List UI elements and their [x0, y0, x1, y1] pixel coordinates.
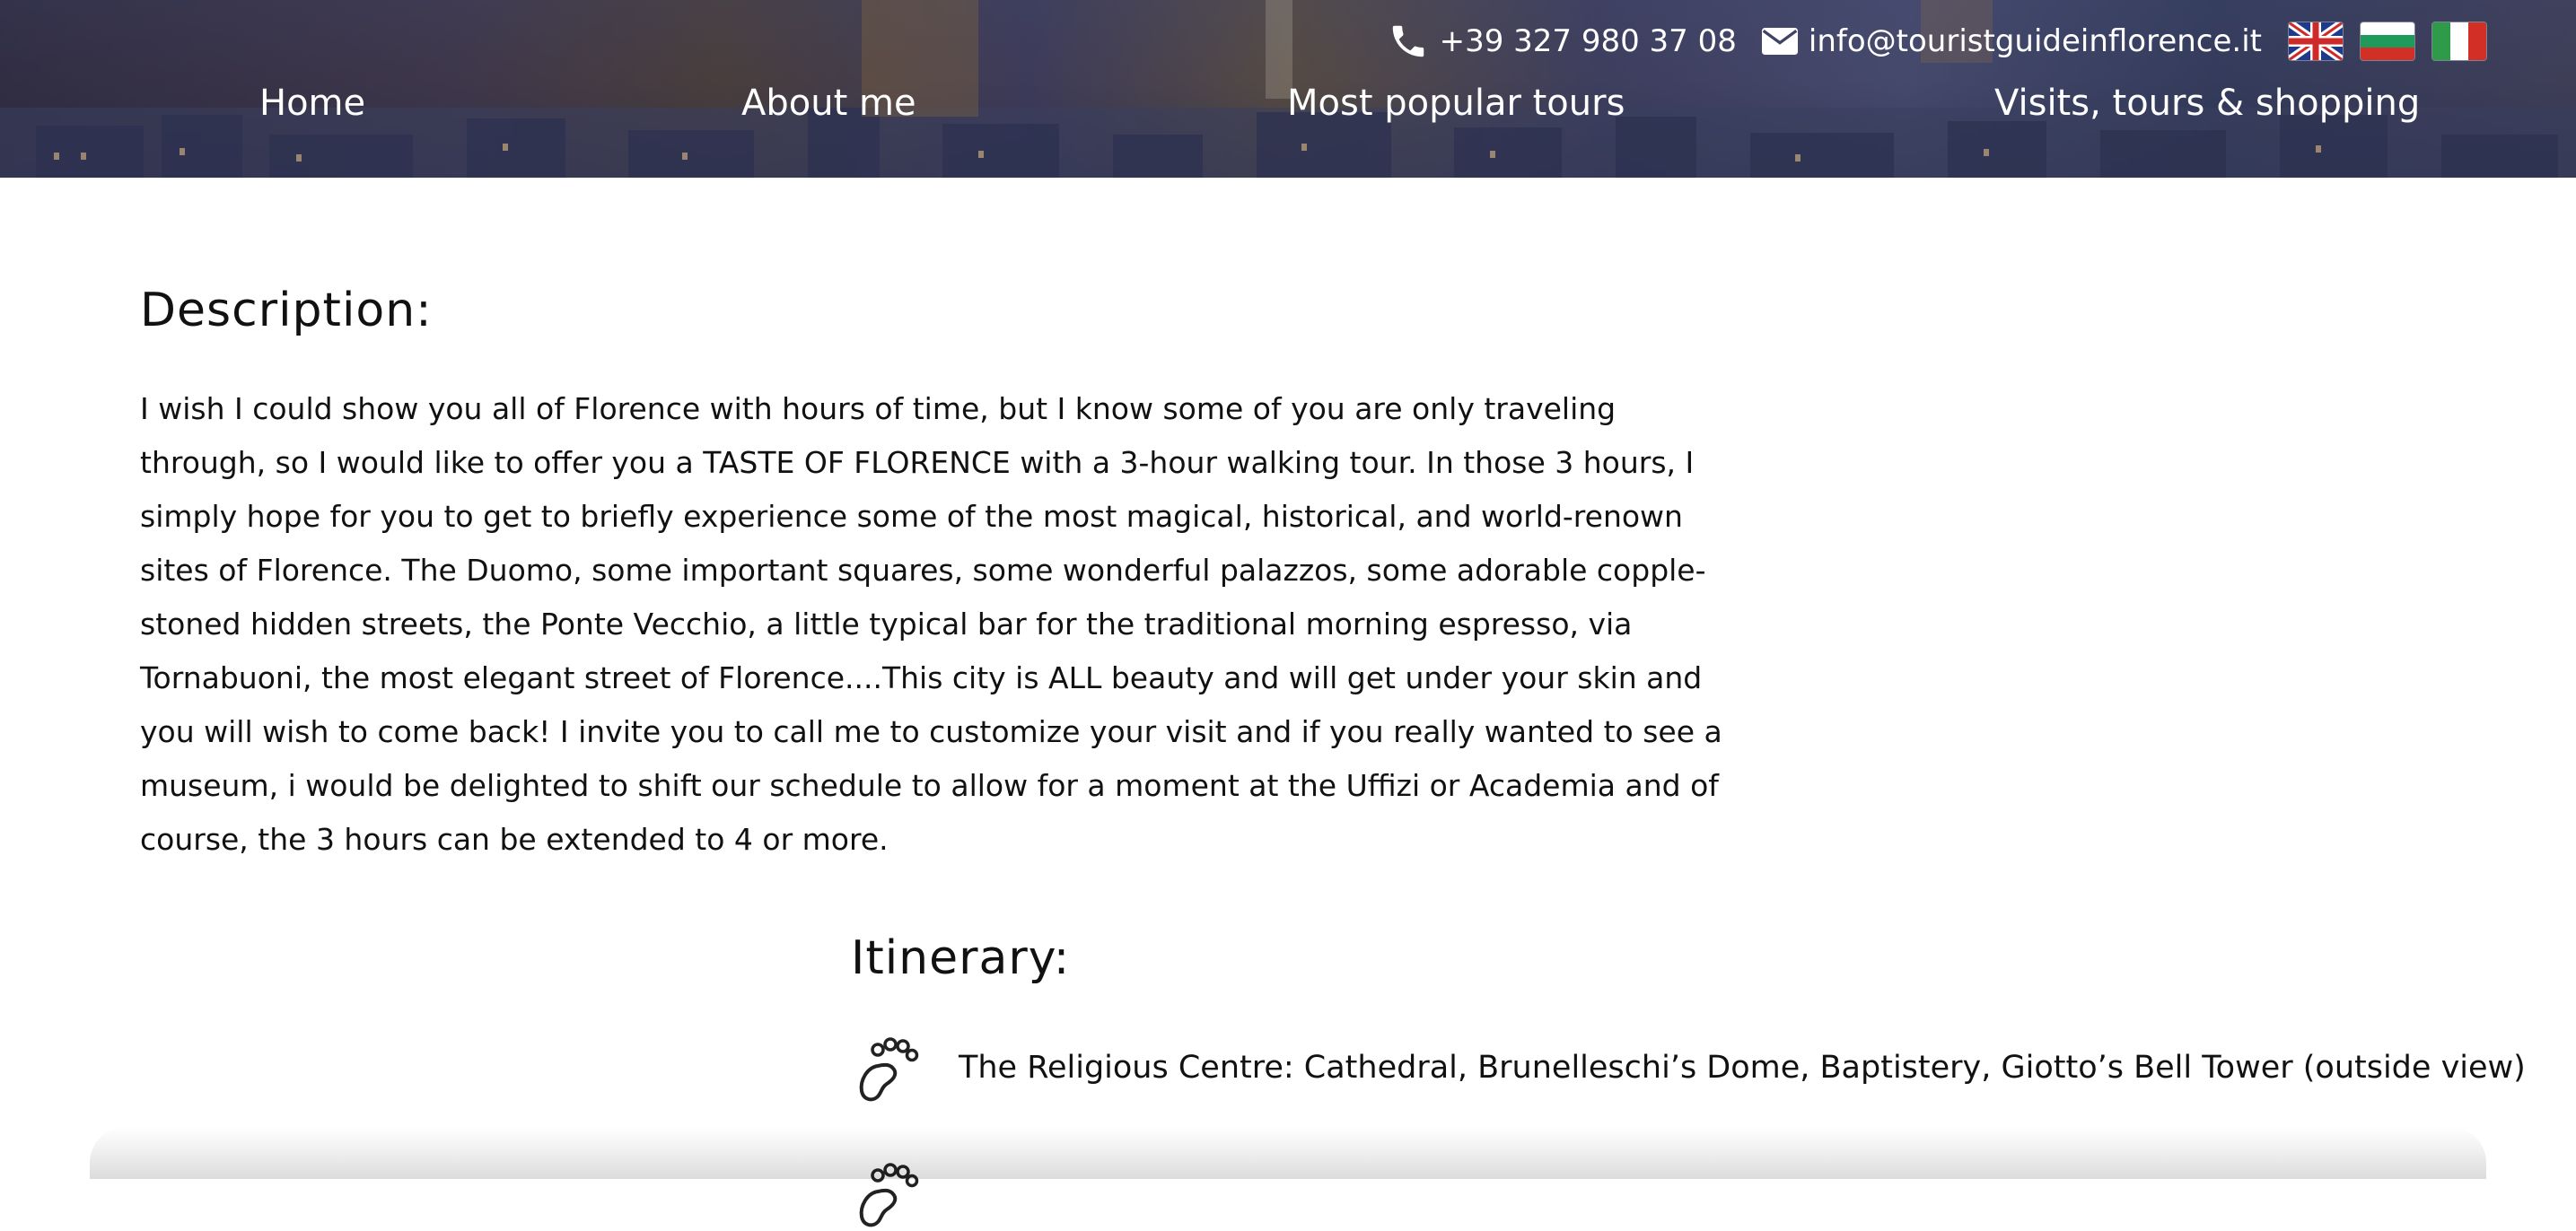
bulgaria-flag-icon[interactable] — [2361, 22, 2414, 60]
section-shadow — [90, 1127, 2486, 1179]
itinerary-heading: Itinerary: — [851, 931, 1071, 985]
phone-icon — [1388, 21, 1429, 62]
language-switcher — [2289, 22, 2486, 60]
contact-bar: +39 327 980 37 08 info@touristguideinflo… — [1388, 20, 2486, 63]
email-address: info@touristguideinflorence.it — [1808, 23, 2262, 59]
nav-item-visits-tours-shopping[interactable]: Visits, tours & shopping — [1994, 83, 2420, 124]
phone-number: +39 327 980 37 08 — [1439, 23, 1737, 59]
tour-content: Description: I wish I could show you all… — [0, 178, 2576, 1227]
itinerary-item: The Religious Centre: Cathedral, Brunell… — [851, 1030, 2526, 1105]
description-text: I wish I could show you all of Florence … — [140, 391, 1722, 857]
italy-flag-icon[interactable] — [2432, 22, 2486, 60]
phone-contact[interactable]: +39 327 980 37 08 — [1388, 21, 1737, 62]
nav-item-home[interactable]: Home — [259, 83, 365, 124]
nav-item-most-popular-tours[interactable]: Most popular tours — [1287, 83, 1625, 124]
site-header: +39 327 980 37 08 info@touristguideinflo… — [0, 0, 2576, 178]
nav-item-about-me[interactable]: About me — [741, 83, 916, 124]
email-contact[interactable]: info@touristguideinflorence.it — [1761, 23, 2262, 59]
footprint-icon — [859, 1037, 919, 1102]
uk-flag-icon[interactable] — [2289, 22, 2343, 60]
main-navigation: Home About me Most popular tours Visits,… — [0, 83, 2576, 136]
mail-icon — [1761, 28, 1798, 55]
description-heading: Description: — [140, 284, 433, 337]
itinerary-item-text: The Religious Centre: Cathedral, Brunell… — [959, 1050, 2526, 1086]
